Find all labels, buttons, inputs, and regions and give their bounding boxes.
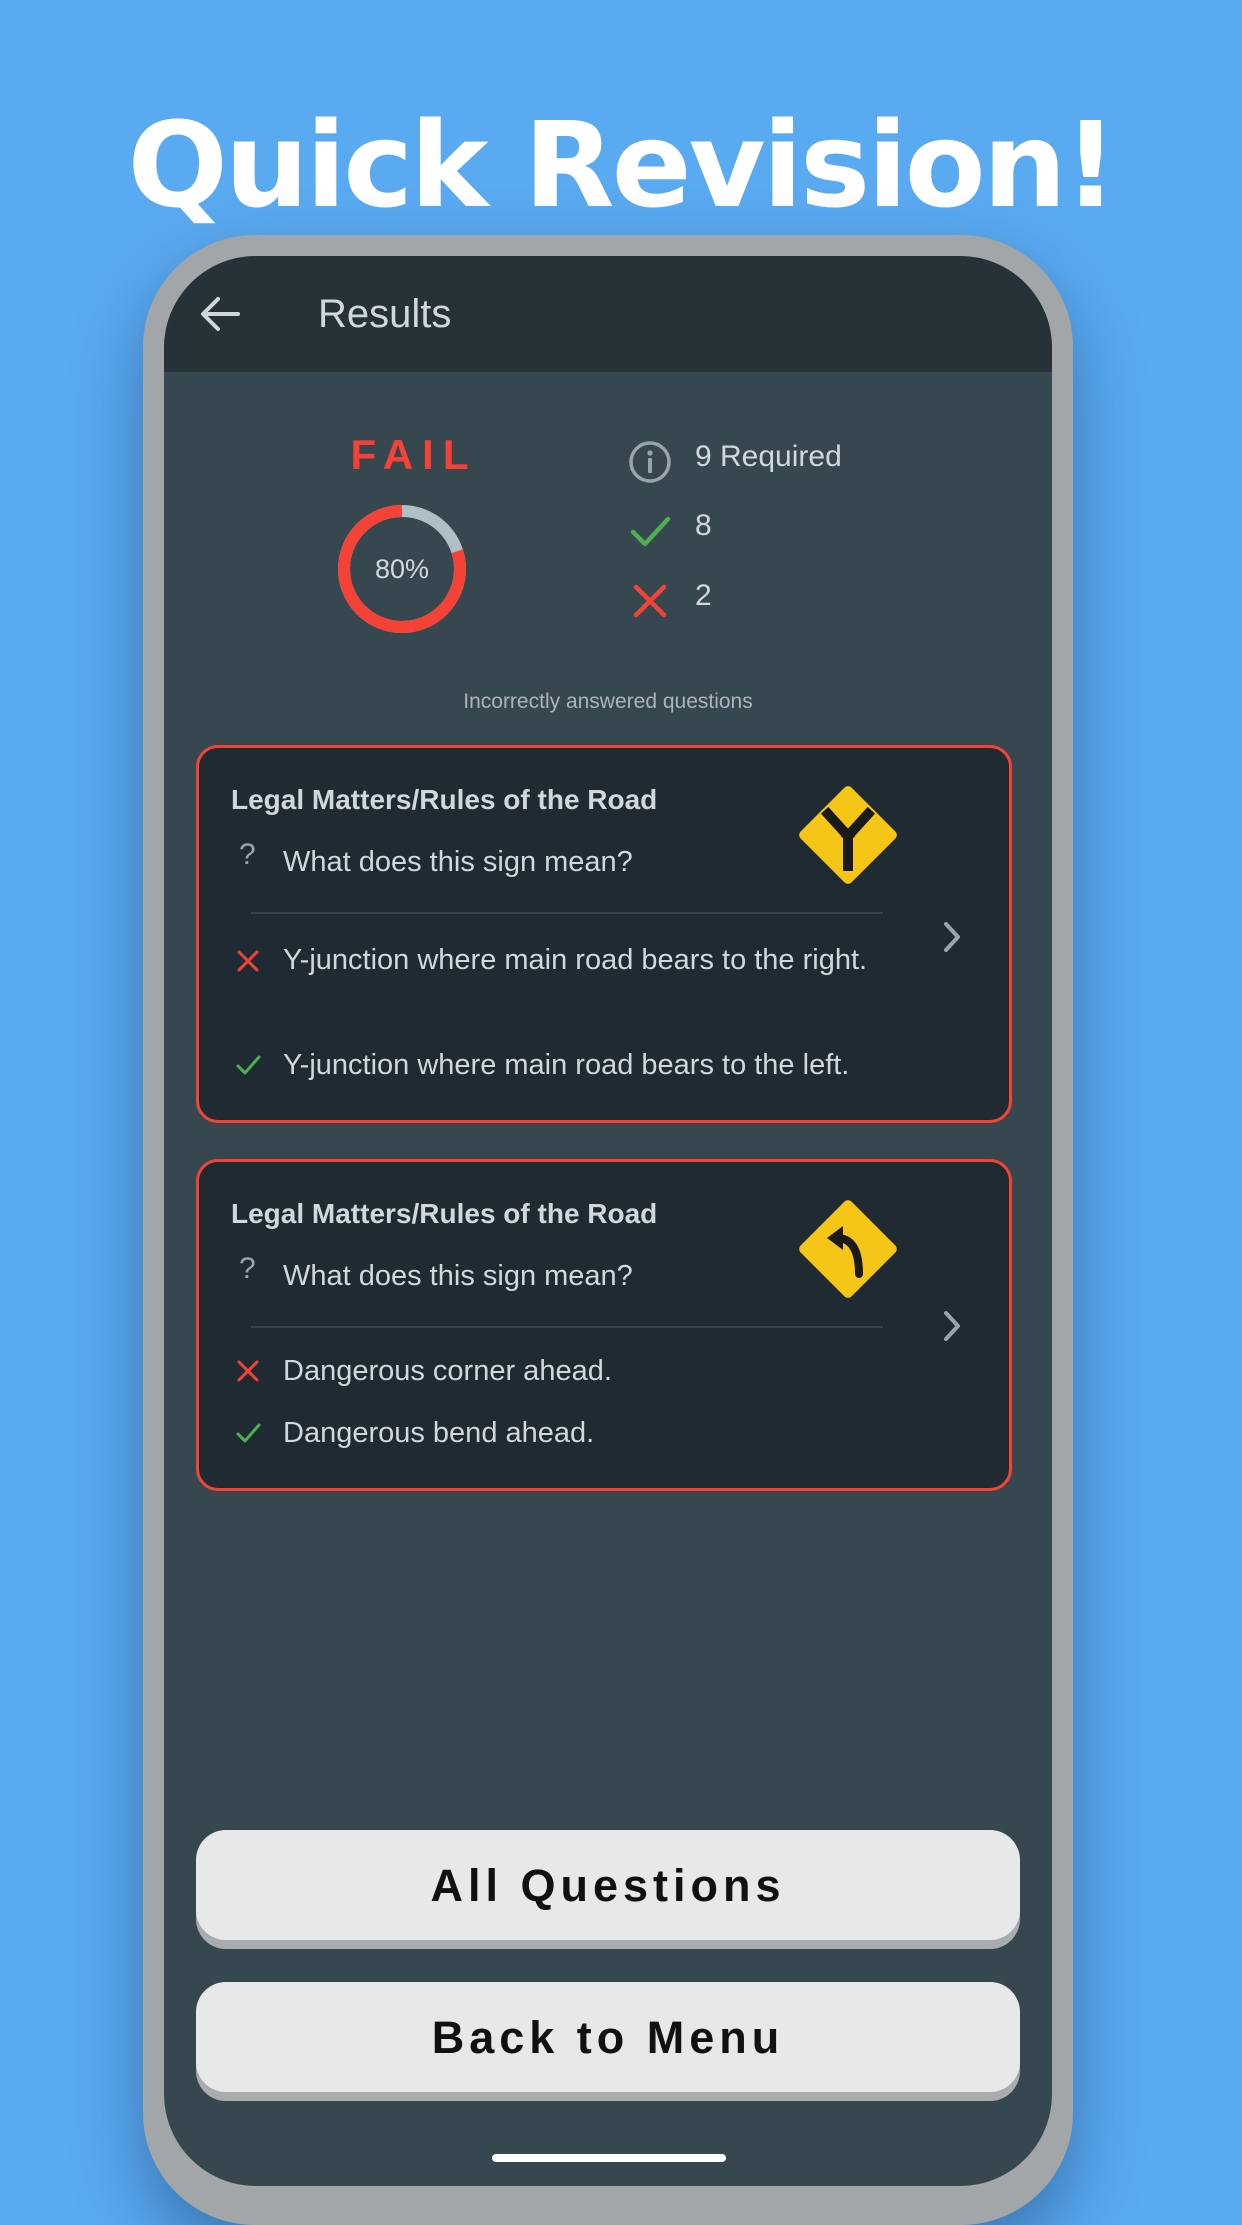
cross-icon	[633, 584, 667, 618]
app-bar: Results	[164, 256, 1052, 372]
score-percent: 80%	[374, 554, 430, 584]
all-questions-button[interactable]: All Questions	[196, 1830, 1020, 1940]
check-icon	[630, 516, 671, 547]
incorrect-count: 2	[695, 579, 712, 612]
correct-answer-text: Y-junction where main road bears to the …	[283, 1049, 850, 1081]
correct-answer-text: Dangerous bend ahead.	[283, 1417, 595, 1449]
wrong-answer-text: Y-junction where main road bears to the …	[283, 944, 868, 976]
question-category: Legal Matters/Rules of the Road	[231, 1198, 658, 1229]
chevron-right-icon[interactable]	[939, 1309, 965, 1343]
page-title: Results	[318, 292, 452, 336]
question-text: What does this sign mean?	[283, 1260, 633, 1292]
wrong-answer-icon	[237, 1360, 259, 1382]
y-junction-sign-icon	[797, 784, 899, 886]
result-status: FAIL	[350, 431, 478, 478]
correct-count: 8	[695, 509, 712, 542]
question-category: Legal Matters/Rules of the Road	[231, 784, 658, 815]
wrong-answer-icon	[237, 950, 259, 972]
incorrect-question-card[interactable]: Legal Matters/Rules of the Road ? What d…	[196, 1159, 1012, 1491]
divider	[251, 1326, 883, 1328]
incorrect-question-card[interactable]: Legal Matters/Rules of the Road ? What d…	[196, 745, 1012, 1123]
chevron-right-icon[interactable]	[939, 920, 965, 954]
section-heading: Incorrectly answered questions	[463, 690, 753, 713]
arrow-left-icon[interactable]	[198, 294, 242, 334]
question-mark-icon: ?	[239, 838, 256, 871]
bend-left-sign-icon	[797, 1198, 899, 1300]
question-mark-icon: ?	[239, 1252, 256, 1285]
wrong-answer-text: Dangerous corner ahead.	[283, 1355, 612, 1387]
correct-answer-icon	[236, 1423, 261, 1443]
promo-headline: Quick Revision!	[127, 96, 1117, 234]
divider	[251, 912, 883, 914]
question-text: What does this sign mean?	[283, 846, 633, 878]
info-icon	[629, 441, 671, 483]
correct-answer-icon	[236, 1055, 261, 1075]
app-screen: Results FAIL 80% 9 Required 8 2 Incorrec…	[164, 256, 1052, 2186]
required-count: 9 Required	[695, 440, 842, 473]
home-indicator	[492, 2154, 726, 2162]
back-to-menu-button[interactable]: Back to Menu	[196, 1982, 1020, 2092]
